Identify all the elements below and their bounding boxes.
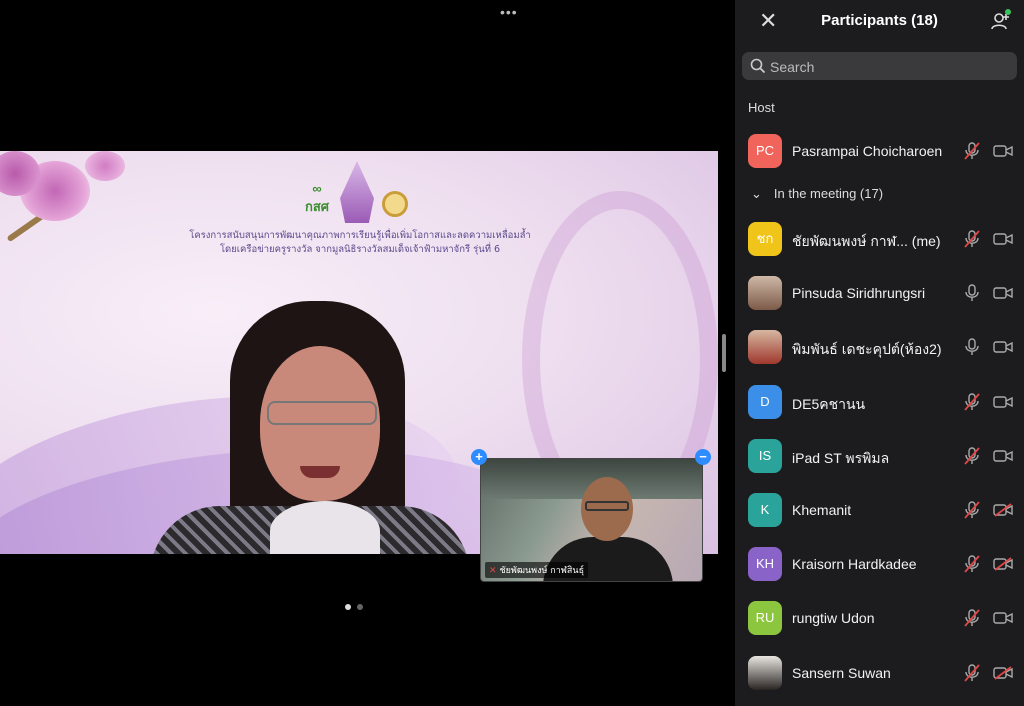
mic-muted-icon[interactable] <box>963 555 981 573</box>
self-view-name-label: ✕ ชัยพัฒนพงษ์ กาฬสินธุ์ <box>485 562 589 578</box>
royal-emblem-logo <box>340 161 374 223</box>
participant-name: Sansern Suwan <box>792 664 891 681</box>
participant-row[interactable]: RU rungtiw Udon <box>735 601 1024 655</box>
video-off-icon[interactable] <box>993 665 1013 680</box>
panel-resize-handle[interactable] <box>722 334 726 372</box>
search-input[interactable] <box>768 55 1012 79</box>
banner-text: โครงการสนับสนุนการพัฒนาคุณภาพการเรียนรู้… <box>180 229 540 257</box>
participant-row[interactable]: K Khemanit <box>735 493 1024 547</box>
banner-line-2: โดยเครือข่ายครูรางวัล จากมูลนิธิรางวัลสม… <box>219 244 501 255</box>
online-status-dot <box>1005 9 1011 15</box>
avatar: IS <box>748 438 782 473</box>
avatar: ชก <box>748 222 782 256</box>
mic-muted-icon[interactable] <box>963 230 981 248</box>
video-on-icon[interactable] <box>993 395 1013 409</box>
page-dot[interactable] <box>345 604 351 610</box>
video-on-icon[interactable] <box>993 286 1013 300</box>
participant-name: rungtiw Udon <box>792 610 875 627</box>
panel-header: ✕ Participants (18) <box>735 0 1024 42</box>
in-meeting-section-header[interactable]: ⌄ In the meeting (17) <box>751 186 883 202</box>
self-view-video[interactable]: ✕ ชัยพัฒนพงษ์ กาฬสินธุ์ <box>480 458 703 582</box>
page-dot[interactable] <box>357 604 363 610</box>
video-on-icon[interactable] <box>993 611 1013 625</box>
mic-muted-icon: ✕ <box>489 566 497 576</box>
participant-name: Khemanit <box>792 502 852 518</box>
self-view-glasses <box>585 501 629 511</box>
presenter-figure <box>150 301 470 554</box>
sponsor-logos: ∞ กสศ <box>300 161 420 226</box>
search-icon <box>750 58 766 74</box>
participant-name: Kraisorn Hardkadee <box>792 556 917 573</box>
avatar: K <box>748 493 782 527</box>
presenter-collar <box>270 501 380 554</box>
participant-row[interactable]: Sansern Suwan <box>735 655 1024 706</box>
video-on-icon[interactable] <box>993 232 1013 246</box>
video-off-icon[interactable] <box>993 557 1013 571</box>
avatar-photo <box>748 330 782 365</box>
more-options-icon[interactable]: ••• <box>500 4 518 20</box>
avatar-photo <box>748 276 782 311</box>
mic-on-icon[interactable] <box>963 284 981 302</box>
orchid-flower <box>85 151 125 181</box>
mic-muted-icon[interactable] <box>963 663 981 682</box>
participant-row[interactable]: ชก ชัยพัฒนพงษ์ กาฬ... (me) <box>735 222 1024 276</box>
banner-line-1: โครงการสนับสนุนการพัฒนาคุณภาพการเรียนรู้… <box>189 230 531 241</box>
mic-muted-icon[interactable] <box>963 447 981 465</box>
self-view-name: ชัยพัฒนพงษ์ กาฬสินธุ์ <box>499 566 585 576</box>
participant-row[interactable]: KH Kraisorn Hardkadee <box>735 547 1024 601</box>
mic-muted-icon[interactable] <box>963 142 981 160</box>
participant-name: DE5คชานน <box>792 395 866 412</box>
avatar: D <box>748 384 782 419</box>
search-box[interactable] <box>742 52 1017 80</box>
video-off-icon[interactable] <box>993 503 1013 517</box>
participant-name: Pasrampai Choicharoen <box>792 143 943 159</box>
participant-row[interactable]: Pinsuda Siridhrungsri <box>735 276 1024 330</box>
expand-self-view-button[interactable]: + <box>471 449 487 465</box>
video-area: ••• ∞ กสศ โครงการสนับสนุนการพัฒนาคุณภาพกา… <box>0 0 718 706</box>
mic-on-icon[interactable] <box>963 338 981 356</box>
in-meeting-label: In the meeting (17) <box>773 186 884 201</box>
avatar: PC <box>748 134 782 168</box>
participant-row-host[interactable]: PC Pasrampai Choicharoen <box>735 134 1024 188</box>
host-section-header: Host <box>748 100 775 115</box>
avatar: KH <box>748 547 782 582</box>
mic-muted-icon[interactable] <box>963 609 981 627</box>
participant-row[interactable]: พิมพันธ์ เดชะคุปต์(ห้อง2) <box>735 330 1024 384</box>
minimize-self-view-button[interactable]: − <box>695 449 711 465</box>
mic-muted-icon[interactable] <box>963 392 981 411</box>
chevron-down-icon[interactable]: ⌄ <box>751 186 762 202</box>
participant-row[interactable]: D DE5คชานน <box>735 384 1024 439</box>
participant-name: iPad ST พรพิมล <box>792 449 890 466</box>
participant-name: พิมพันธ์ เดชะคุปต์(ห้อง2) <box>792 341 942 358</box>
participant-name: ชัยพัฒนพงษ์ กาฬ... (me) <box>792 233 941 249</box>
participant-row[interactable]: IS iPad ST พรพิมล <box>735 438 1024 493</box>
presenter-mouth <box>300 466 340 478</box>
page-indicator[interactable] <box>345 597 369 615</box>
avatar: RU <box>748 601 782 636</box>
participant-name: Pinsuda Siridhrungsri <box>792 285 926 302</box>
video-on-icon[interactable] <box>993 449 1013 463</box>
video-on-icon[interactable] <box>993 340 1013 354</box>
avatar-photo <box>748 655 782 690</box>
eef-logo: ∞ กสศ <box>304 181 330 214</box>
presenter-glasses <box>267 401 377 425</box>
foundation-seal-logo <box>382 191 408 217</box>
mic-muted-icon[interactable] <box>963 501 981 519</box>
panel-title: Participants (18) <box>821 12 938 29</box>
video-on-icon[interactable] <box>993 144 1013 158</box>
participants-panel: ✕ Participants (18) Host PC Pasrampai Ch… <box>735 0 1024 706</box>
